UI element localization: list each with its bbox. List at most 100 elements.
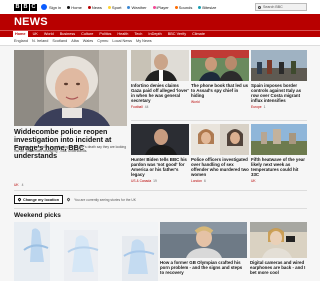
tab-health[interactable]: Health	[116, 32, 129, 36]
sign-in-link[interactable]: Sign in	[41, 4, 61, 10]
weekend-story-title[interactable]: Digital cameras and wired earphones are …	[250, 260, 307, 275]
subnav-my-news[interactable]: My News	[136, 39, 152, 43]
news-section-nav: Home UK World Business Culture Politics …	[0, 30, 320, 37]
nations-nav: England N. Ireland Scotland Alba Wales C…	[0, 37, 320, 46]
comment-count: 6	[204, 179, 206, 183]
weekend-story-title[interactable]: How a former GB Olympian crafted his por…	[160, 260, 247, 275]
lead-story-summary: Conviction before police investigating t…	[14, 145, 127, 153]
nav-item-sport[interactable]: Sport	[107, 5, 121, 10]
story-meta: Football 44	[131, 105, 189, 109]
comment-count: 4	[21, 183, 24, 187]
story-meta: UK	[251, 179, 307, 183]
nav-item-news[interactable]: News	[87, 4, 102, 10]
tab-indepth[interactable]: InDepth	[147, 32, 162, 36]
lead-story-image[interactable]	[14, 50, 127, 126]
logo-letter: C	[30, 3, 37, 11]
comment-count: 19	[153, 179, 157, 183]
sign-in-label: Sign in	[49, 4, 62, 10]
nav-label: News	[91, 4, 102, 10]
tab-climate[interactable]: Climate	[191, 32, 206, 36]
story-image	[191, 50, 249, 81]
story-card[interactable]: Hunter Biden tells BBC his pardon was 'n…	[131, 124, 189, 183]
nav-item-weather[interactable]: Weather	[127, 4, 147, 10]
subnav-wales[interactable]: Wales	[83, 39, 93, 43]
divider	[131, 120, 307, 121]
tab-world[interactable]: World	[43, 32, 55, 36]
story-card[interactable]: Police officers investigated over handli…	[191, 124, 249, 183]
story-image	[131, 50, 189, 81]
two-men-photo	[191, 50, 249, 81]
subnav-england[interactable]: England	[14, 39, 28, 43]
nav-item-sounds[interactable]: Sounds	[174, 4, 193, 10]
story-title: The phone book that led us to Assad's sp…	[191, 83, 249, 98]
story-image	[191, 124, 249, 155]
tab-culture[interactable]: Culture	[80, 32, 94, 36]
man-in-suit-photo	[131, 50, 189, 81]
sounds-icon	[174, 5, 178, 9]
nav-label: Home	[71, 4, 82, 10]
weekend-story-image[interactable]	[250, 222, 307, 258]
news-masthead: NEWS	[0, 14, 320, 30]
nav-label: Sounds	[178, 4, 193, 10]
lead-story-title[interactable]: Widdecombe police reopen investigation i…	[14, 128, 127, 160]
story-topic[interactable]: Football	[131, 105, 143, 109]
story-image	[131, 124, 189, 155]
subnav-alba[interactable]: Alba	[71, 39, 79, 43]
change-location-bar: Change my location You are currently see…	[14, 195, 136, 204]
sport-icon	[107, 5, 111, 9]
nav-item-home[interactable]: Home	[67, 5, 82, 10]
border-crowd-photo	[251, 50, 307, 81]
story-card[interactable]: Fifth heatwave of the year likely next w…	[251, 124, 307, 183]
story-title: Fifth heatwave of the year likely next w…	[251, 157, 305, 177]
tab-bbc-verify[interactable]: BBC Verify	[167, 32, 187, 36]
tab-politics[interactable]: Politics	[98, 32, 112, 36]
subnav-local-news[interactable]: Local News	[112, 39, 132, 43]
lead-story-meta: UK 4	[14, 183, 23, 187]
story-meta: London 6	[191, 179, 249, 183]
search-input[interactable]: Search BBC	[255, 3, 307, 11]
nav-label: iPlayer	[156, 4, 169, 10]
divider	[14, 190, 307, 191]
two-women-photo	[191, 124, 249, 155]
nav-label: Bitesize	[202, 4, 217, 10]
hunter-biden-photo	[131, 124, 189, 155]
olympian-portrait-photo	[160, 222, 247, 258]
change-location-label: Change my location	[23, 197, 60, 202]
subnav-n-ireland[interactable]: N. Ireland	[32, 39, 48, 43]
tab-uk[interactable]: UK	[32, 32, 39, 36]
logo-letter: B	[14, 3, 21, 11]
news-title[interactable]: NEWS	[14, 16, 48, 28]
story-title: Spain imposes border controls against It…	[251, 83, 302, 103]
story-topic[interactable]: UK	[251, 179, 256, 183]
location-note: You are currently seeing stories for the…	[74, 197, 136, 202]
subnav-scotland[interactable]: Scotland	[52, 39, 67, 43]
story-title: Police officers investigated over handli…	[191, 157, 249, 177]
change-location-button[interactable]: Change my location	[14, 195, 64, 204]
info-icon	[66, 197, 71, 202]
tab-business[interactable]: Business	[59, 32, 76, 36]
portrait-photo	[14, 50, 127, 126]
nav-item-bitesize[interactable]: Bitesize	[198, 5, 216, 10]
news-icon	[87, 5, 91, 9]
global-nav: Home News Sport Weather iPlayer Sounds B…	[67, 5, 216, 10]
story-topic[interactable]: London	[191, 179, 202, 183]
story-card[interactable]: The phone book that led us to Assad's sp…	[191, 50, 249, 104]
home-icon	[67, 5, 71, 9]
subnav-cymru[interactable]: Cymru	[97, 39, 108, 43]
nav-label: Weather	[131, 4, 147, 10]
logo-letter: B	[22, 3, 29, 11]
weekend-feature-image[interactable]	[14, 222, 158, 281]
story-card[interactable]: Infortino denies claims Gaza paid off al…	[131, 50, 189, 109]
story-topic[interactable]: US & Canada	[131, 179, 151, 183]
location-pin-icon	[17, 197, 22, 202]
story-topic[interactable]: Europe	[251, 105, 262, 109]
iplayer-icon	[152, 5, 156, 9]
nav-item-iplayer[interactable]: iPlayer	[152, 4, 169, 10]
lead-story-topic[interactable]: UK	[14, 183, 19, 187]
weekend-story-image[interactable]	[160, 222, 247, 258]
story-topic[interactable]: World	[191, 100, 200, 104]
story-card[interactable]: Spain imposes border controls against It…	[251, 50, 307, 109]
bbc-logo[interactable]: B B C	[14, 3, 37, 11]
tab-tech[interactable]: Tech	[133, 32, 143, 36]
story-meta: US & Canada 19	[131, 179, 189, 183]
